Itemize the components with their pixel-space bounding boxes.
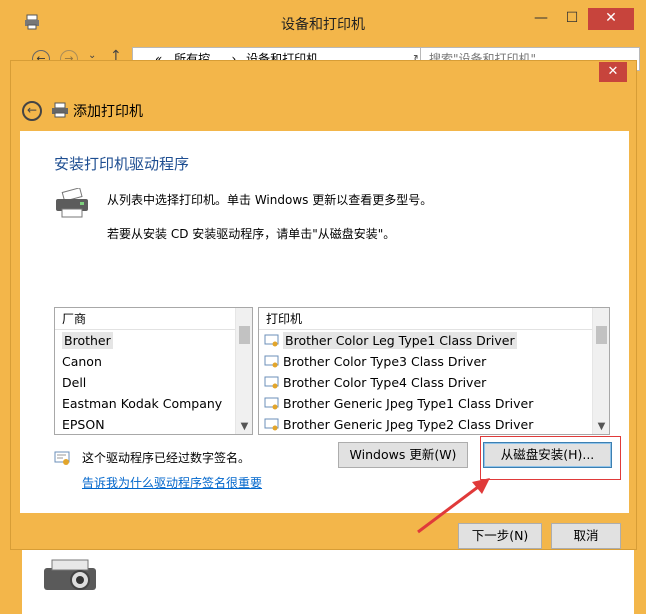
certificate-icon bbox=[264, 418, 279, 431]
printer-scrollbar[interactable]: ▼ bbox=[592, 308, 609, 434]
chevron-down-icon[interactable]: ▼ bbox=[593, 421, 609, 432]
dialog-header: ← 添加打印机 bbox=[11, 85, 636, 131]
description-line-1: 从列表中选择打印机。单击 Windows 更新以查看更多型号。 bbox=[107, 193, 433, 207]
printer-list-header: 打印机 bbox=[259, 308, 609, 330]
maximize-button[interactable]: ☐ bbox=[556, 8, 588, 30]
printer-device-icon[interactable] bbox=[40, 558, 100, 596]
minimize-button[interactable]: — bbox=[525, 8, 557, 30]
section-title: 安装打印机驱动程序 bbox=[54, 155, 190, 173]
list-item[interactable]: Dell bbox=[55, 372, 252, 393]
windows-update-button[interactable]: Windows 更新(W) bbox=[338, 442, 468, 468]
back-arrow-icon[interactable]: ← bbox=[22, 101, 42, 121]
printer-icon bbox=[56, 188, 88, 218]
list-item[interactable]: Canon bbox=[55, 351, 252, 372]
dialog-title: 添加打印机 bbox=[73, 104, 143, 120]
certificate-icon bbox=[264, 397, 279, 410]
background-titlebar: 设备和打印机 — ☐ ✕ bbox=[0, 0, 646, 44]
printer-list[interactable]: 打印机 Brother Color Leg Type1 Class Driver… bbox=[258, 307, 610, 435]
manufacturer-list[interactable]: 厂商 Brother Canon Dell Eastman Kodak Comp… bbox=[54, 307, 253, 435]
signature-status: 这个驱动程序已经过数字签名。 bbox=[82, 451, 251, 465]
dialog-close-button[interactable]: ✕ bbox=[599, 62, 627, 82]
list-item[interactable]: Brother Color Type3 Class Driver bbox=[259, 351, 609, 372]
annotation-highlight-box bbox=[480, 436, 621, 480]
list-item[interactable]: Eastman Kodak Company bbox=[55, 393, 252, 414]
manufacturer-list-header: 厂商 bbox=[55, 308, 252, 330]
certificate-icon bbox=[264, 334, 279, 347]
watermark-logo: Bai du 经验 bbox=[497, 560, 616, 584]
description-line-2: 若要从安装 CD 安装驱动程序，请单击"从磁盘安装"。 bbox=[107, 227, 396, 241]
certificate-icon bbox=[54, 451, 70, 465]
list-item[interactable]: Brother Color Leg Type1 Class Driver bbox=[259, 330, 609, 351]
printer-icon bbox=[52, 102, 68, 118]
close-button[interactable]: ✕ bbox=[588, 8, 634, 30]
scrollbar-thumb[interactable] bbox=[239, 326, 250, 344]
certificate-icon bbox=[264, 376, 279, 389]
annotation-arrow-icon bbox=[417, 478, 490, 534]
cancel-button[interactable]: 取消 bbox=[551, 523, 621, 549]
manufacturer-scrollbar[interactable]: ▼ bbox=[235, 308, 252, 434]
watermark-url: jingyan.baidu.com bbox=[515, 585, 617, 598]
list-item[interactable]: EPSON bbox=[55, 414, 252, 434]
certificate-icon bbox=[264, 355, 279, 368]
scrollbar-thumb[interactable] bbox=[596, 326, 607, 344]
list-item[interactable]: Brother bbox=[55, 330, 252, 351]
list-item[interactable]: Brother Color Type4 Class Driver bbox=[259, 372, 609, 393]
list-item[interactable]: Brother Generic Jpeg Type2 Class Driver bbox=[259, 414, 609, 434]
list-item[interactable]: Brother Generic Jpeg Type1 Class Driver bbox=[259, 393, 609, 414]
chevron-down-icon[interactable]: ▼ bbox=[236, 421, 252, 432]
signature-info-link[interactable]: 告诉我为什么驱动程序签名很重要 bbox=[82, 474, 262, 491]
